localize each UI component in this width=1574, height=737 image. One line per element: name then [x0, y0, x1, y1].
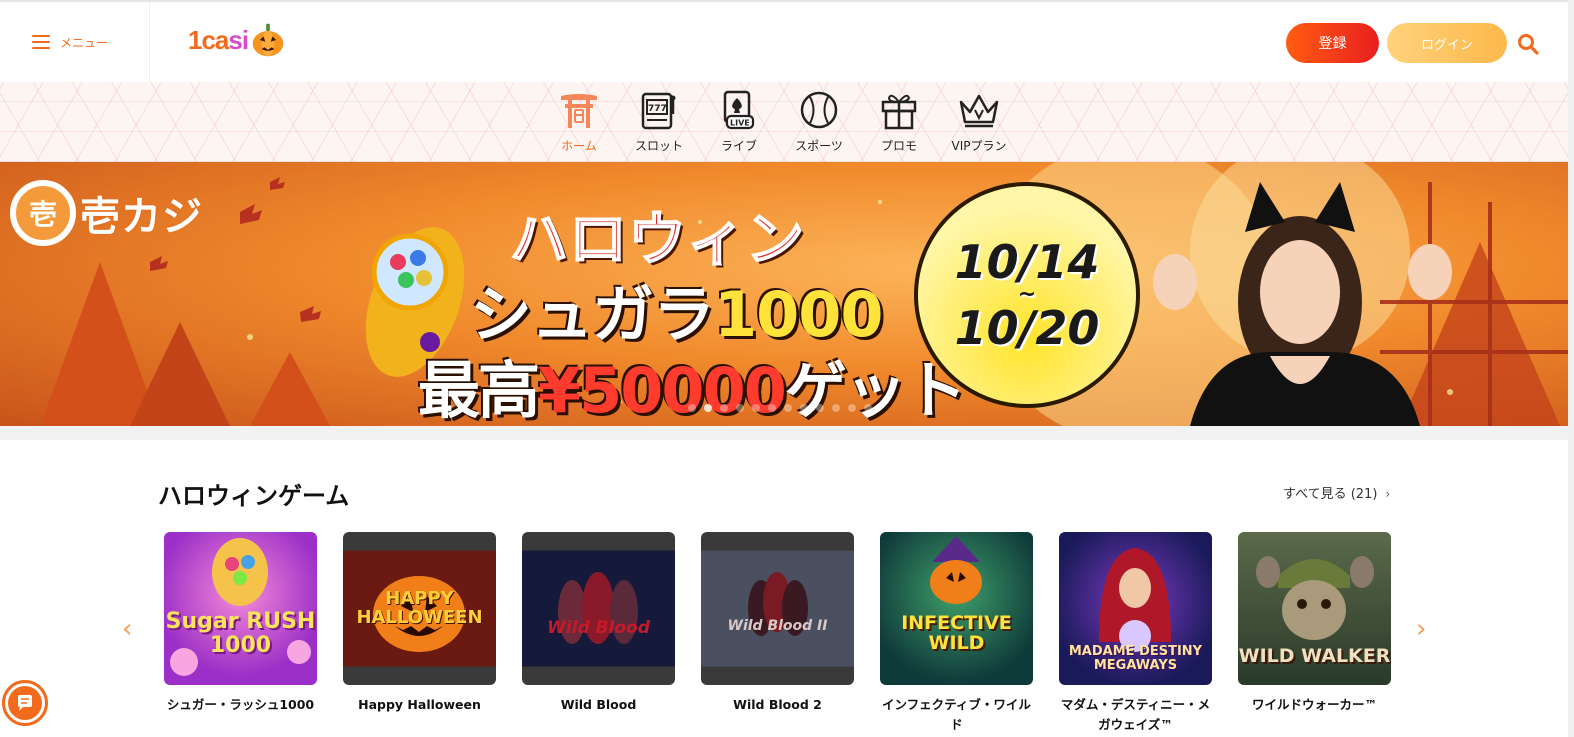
thumb-title: Wild Blood II [727, 618, 828, 635]
page-scrollbar[interactable] [1568, 0, 1574, 737]
carousel-dot[interactable] [832, 404, 840, 412]
banner-brand-logo: 壱 壱カジ [10, 180, 203, 246]
nav-item-live[interactable]: LIVE ライブ [709, 82, 769, 162]
game-card[interactable]: WILD WALKER ワイルドウォーカー™ [1238, 532, 1391, 735]
carousel-dot[interactable] [752, 404, 760, 412]
gift-icon [881, 94, 917, 130]
headline-amount: ¥50000 [538, 354, 787, 426]
chat-support-button[interactable] [2, 680, 48, 726]
torii-home-icon [561, 94, 597, 128]
hamburger-icon [32, 35, 50, 49]
carousel-next-button[interactable]: › [1416, 614, 1426, 644]
logo-text-part-2: si [228, 24, 249, 55]
nav-item-vip[interactable]: VIPプラン [949, 82, 1009, 162]
game-card[interactable]: HAPPY HALLOWEEN Happy Halloween [343, 532, 496, 735]
see-all-link[interactable]: すべて見る (21) › [1283, 483, 1390, 502]
scarecrow-pumpkin-art [930, 536, 982, 604]
headline-prefix: 最高 [418, 354, 540, 426]
promo-banner[interactable]: 壱 壱カジ ハロウィン シュガラ1000 最高¥50000ゲット 10/14 ~… [0, 162, 1568, 426]
pumpkin-icon [252, 23, 284, 57]
carousel-dot[interactable] [848, 404, 856, 412]
carousel-dot[interactable] [720, 404, 728, 412]
game-name: Wild Blood [560, 697, 637, 712]
chevron-right-icon: › [1385, 487, 1391, 501]
thumb-title: INFECTIVE WILD [901, 611, 1012, 654]
game-thumbnail[interactable]: Sugar RUSH 1000 [164, 532, 317, 685]
game-name: マダム・デスティニー・メガウェイズ™ [1060, 697, 1211, 732]
carousel-prev-button[interactable]: ‹ [122, 614, 132, 644]
nav-item-slots[interactable]: 777 スロット [629, 82, 689, 162]
thumb-title: WILD WALKER [1238, 644, 1391, 667]
game-card[interactable]: MADAME DESTINY MEGAWAYS マダム・デスティニー・メガウェイ… [1059, 532, 1212, 735]
carousel-dot[interactable] [816, 404, 824, 412]
date-start: 10/14 [954, 234, 1100, 289]
game-thumbnail[interactable]: MADAME DESTINY MEGAWAYS [1059, 532, 1212, 685]
game-thumbnail[interactable]: WILD WALKER [1238, 532, 1391, 685]
logo-text-part-1: 1ca [188, 24, 229, 55]
thumb-title: Sugar RUSH 1000 [165, 609, 316, 658]
carousel-dots [688, 404, 872, 412]
nav-label-slots: スロット [634, 139, 683, 153]
chat-bubble-icon [18, 695, 32, 711]
baseball-icon [800, 91, 838, 129]
game-card[interactable]: Wild Blood Wild Blood [522, 532, 675, 735]
live-cards-icon: LIVE [723, 90, 755, 130]
game-thumbnail[interactable]: HAPPY HALLOWEEN [343, 532, 496, 685]
carousel-dot[interactable] [704, 404, 712, 412]
game-carousel: Sugar RUSH 1000 シュガー・ラッシュ1000 HAPPY HALL… [164, 532, 1391, 735]
section-title: ハロウィンゲーム [158, 482, 350, 510]
thumb-title: MADAME DESTINY MEGAWAYS [1068, 643, 1203, 673]
date-end: 10/20 [954, 300, 1100, 355]
game-card[interactable]: Sugar RUSH 1000 シュガー・ラッシュ1000 [164, 532, 317, 735]
nav-item-promo[interactable]: プロモ [869, 82, 929, 162]
game-thumbnail[interactable]: INFECTIVE WILD [880, 532, 1033, 685]
site-logo[interactable]: 1casi [188, 22, 286, 58]
thumb-title: Wild Blood [547, 617, 650, 638]
carousel-dot[interactable] [688, 404, 696, 412]
category-nav: ホーム 777 スロット LIVE ライブ スポーツ プロモ VIPプラン [0, 82, 1568, 162]
game-thumbnail[interactable]: Wild Blood II [701, 532, 854, 685]
svg-text:777: 777 [648, 104, 667, 114]
game-name: Wild Blood 2 [733, 697, 822, 712]
banner-date-badge: 10/14 ~ 10/20 [914, 182, 1140, 408]
carousel-dot[interactable] [736, 404, 744, 412]
slot-machine-icon: 777 [641, 92, 676, 130]
nav-label-promo: プロモ [880, 139, 917, 153]
carousel-dot[interactable] [768, 404, 776, 412]
carousel-dot[interactable] [864, 404, 872, 412]
game-card[interactable]: Wild Blood II Wild Blood 2 [701, 532, 854, 735]
crown-icon [959, 94, 999, 128]
game-thumbnail[interactable]: Wild Blood [522, 532, 675, 685]
game-name: シュガー・ラッシュ1000 [166, 697, 315, 712]
banner-headline-2: 最高¥50000ゲット [418, 340, 967, 426]
menu-button[interactable]: メニュー [0, 2, 150, 82]
nav-label-sports: スポーツ [795, 139, 843, 153]
site-header: メニュー 1casi 登録 ログイン [0, 0, 1568, 82]
carousel-dot[interactable] [800, 404, 808, 412]
brand-text: 壱カジ [80, 194, 203, 240]
nav-label-home: ホーム [561, 139, 597, 153]
nav-item-home[interactable]: ホーム [549, 82, 609, 162]
register-button[interactable]: 登録 [1286, 23, 1379, 63]
game-card[interactable]: INFECTIVE WILD インフェクティブ・ワイルド [880, 532, 1033, 735]
nav-label-live: ライブ [720, 139, 757, 153]
game-name: ワイルドウォーカー™ [1251, 697, 1377, 712]
see-all-label: すべて見る (21) [1283, 487, 1378, 502]
thumb-title: HAPPY HALLOWEEN [356, 587, 483, 628]
login-button[interactable]: ログイン [1387, 23, 1507, 63]
brand-mark: 壱 [10, 180, 76, 246]
game-name: Happy Halloween [358, 697, 481, 712]
carousel-dot[interactable] [784, 404, 792, 412]
nav-item-sports[interactable]: スポーツ [789, 82, 849, 162]
svg-text:LIVE: LIVE [730, 119, 750, 128]
search-icon[interactable] [1516, 32, 1540, 56]
vampires-art [558, 572, 638, 644]
vampires-2-art [748, 572, 808, 636]
nav-label-vip: VIPプラン [951, 139, 1007, 153]
menu-label: メニュー [60, 35, 109, 50]
game-name: インフェクティブ・ワイルド [882, 697, 1031, 732]
section-divider [0, 426, 1568, 440]
